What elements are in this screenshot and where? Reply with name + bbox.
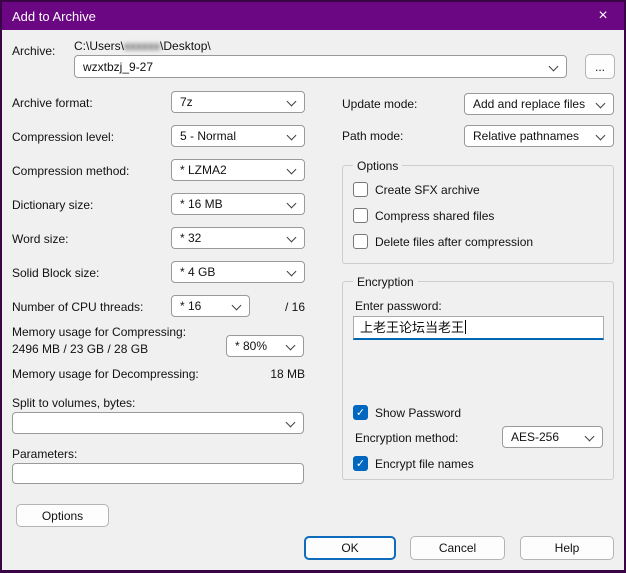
- archive-label: Archive:: [12, 44, 55, 58]
- split-volumes-label: Split to volumes, bytes:: [12, 396, 135, 410]
- memory-compressing-value: 2496 MB / 23 GB / 28 GB: [12, 342, 148, 356]
- chevron-down-icon: [585, 432, 595, 442]
- chevron-down-icon: [596, 131, 606, 141]
- memory-compressing-label: Memory usage for Compressing:: [12, 325, 186, 339]
- parameters-label: Parameters:: [12, 447, 77, 461]
- archive-path: C:\Users\xxxxxx\Desktop\: [74, 39, 211, 53]
- chevron-down-icon: [549, 62, 559, 72]
- password-input[interactable]: 上老王论坛当老王: [353, 316, 604, 340]
- check-icon: ✓: [354, 406, 367, 420]
- create-sfx-label: Create SFX archive: [375, 183, 480, 197]
- chevron-down-icon: [287, 97, 297, 107]
- delete-after-checkbox[interactable]: ✓: [353, 234, 368, 249]
- cancel-button[interactable]: Cancel: [410, 536, 505, 560]
- archive-name-value: wzxtbzj_9-27: [83, 60, 153, 74]
- cpu-threads-value: * 16: [180, 299, 201, 313]
- chevron-down-icon: [287, 199, 297, 209]
- chevron-down-icon: [596, 99, 606, 109]
- add-to-archive-dialog: Add to Archive × Archive: C:\Users\xxxxx…: [0, 0, 626, 573]
- memory-decompressing-label: Memory usage for Decompressing:: [12, 367, 199, 381]
- password-value: 上老王论坛当老王: [360, 320, 464, 335]
- memory-decompressing-value: 18 MB: [242, 367, 305, 381]
- enter-password-label: Enter password:: [355, 299, 442, 313]
- titlebar: Add to Archive ×: [2, 2, 624, 30]
- archive-path-user-redacted: xxxxxx: [124, 39, 160, 53]
- compression-level-value: 5 - Normal: [180, 129, 236, 143]
- compress-shared-checkbox[interactable]: ✓: [353, 208, 368, 223]
- dictionary-size-select[interactable]: * 16 MB: [171, 193, 305, 215]
- encryption-method-label: Encryption method:: [355, 431, 458, 445]
- word-size-label: Word size:: [12, 232, 68, 246]
- options-group-title: Options: [353, 159, 402, 173]
- show-password-label: Show Password: [375, 406, 461, 420]
- update-mode-select[interactable]: Add and replace files: [464, 93, 614, 115]
- encryption-group: Encryption Enter password: 上老王论坛当老王 ✓ Sh…: [342, 281, 614, 480]
- ok-button[interactable]: OK: [304, 536, 396, 560]
- chevron-down-icon: [287, 267, 297, 277]
- help-button[interactable]: Help: [520, 536, 614, 560]
- compress-shared-label: Compress shared files: [375, 209, 494, 223]
- cpu-threads-max: / 16: [285, 300, 305, 314]
- chevron-down-icon: [286, 341, 296, 351]
- memory-percent-value: * 80%: [235, 339, 267, 353]
- close-icon[interactable]: ×: [586, 2, 620, 30]
- word-size-select[interactable]: * 32: [171, 227, 305, 249]
- solid-block-size-label: Solid Block size:: [12, 266, 99, 280]
- encryption-group-title: Encryption: [353, 275, 418, 289]
- archive-path-suffix: \Desktop\: [160, 39, 211, 53]
- check-icon: ✓: [354, 457, 367, 471]
- browse-button[interactable]: ...: [585, 54, 615, 79]
- chevron-down-icon: [232, 301, 242, 311]
- encrypt-names-checkbox[interactable]: ✓: [353, 456, 368, 471]
- encrypt-names-label: Encrypt file names: [375, 457, 474, 471]
- chevron-down-icon: [286, 418, 296, 428]
- compression-level-select[interactable]: 5 - Normal: [171, 125, 305, 147]
- archive-path-prefix: C:\Users\: [74, 39, 124, 53]
- archive-format-label: Archive format:: [12, 96, 93, 110]
- window-title: Add to Archive: [12, 9, 96, 24]
- chevron-down-icon: [287, 233, 297, 243]
- archive-format-value: 7z: [180, 95, 193, 109]
- update-mode-label: Update mode:: [342, 97, 417, 111]
- archive-format-select[interactable]: 7z: [171, 91, 305, 113]
- compression-method-select[interactable]: * LZMA2: [171, 159, 305, 181]
- compression-method-value: * LZMA2: [180, 163, 227, 177]
- options-group: Options ✓ Create SFX archive ✓ Compress …: [342, 165, 614, 264]
- solid-block-size-value: * 4 GB: [180, 265, 215, 279]
- encryption-method-select[interactable]: AES-256: [502, 426, 603, 448]
- chevron-down-icon: [287, 165, 297, 175]
- dictionary-size-label: Dictionary size:: [12, 198, 93, 212]
- compression-method-label: Compression method:: [12, 164, 129, 178]
- parameters-input[interactable]: [12, 463, 304, 484]
- options-button[interactable]: Options: [16, 504, 109, 527]
- path-mode-label: Path mode:: [342, 129, 403, 143]
- show-password-checkbox[interactable]: ✓: [353, 405, 368, 420]
- compression-level-label: Compression level:: [12, 130, 114, 144]
- update-mode-value: Add and replace files: [473, 97, 585, 111]
- delete-after-label: Delete files after compression: [375, 235, 533, 249]
- path-mode-value: Relative pathnames: [473, 129, 579, 143]
- encryption-method-value: AES-256: [511, 430, 559, 444]
- archive-name-combobox[interactable]: wzxtbzj_9-27: [74, 55, 567, 78]
- chevron-down-icon: [287, 131, 297, 141]
- solid-block-size-select[interactable]: * 4 GB: [171, 261, 305, 283]
- memory-percent-select[interactable]: * 80%: [226, 335, 304, 357]
- text-caret: [465, 320, 466, 334]
- cpu-threads-select[interactable]: * 16: [171, 295, 250, 317]
- path-mode-select[interactable]: Relative pathnames: [464, 125, 614, 147]
- dictionary-size-value: * 16 MB: [180, 197, 223, 211]
- create-sfx-checkbox[interactable]: ✓: [353, 182, 368, 197]
- split-volumes-combobox[interactable]: [12, 412, 304, 434]
- cpu-threads-label: Number of CPU threads:: [12, 300, 143, 314]
- word-size-value: * 32: [180, 231, 201, 245]
